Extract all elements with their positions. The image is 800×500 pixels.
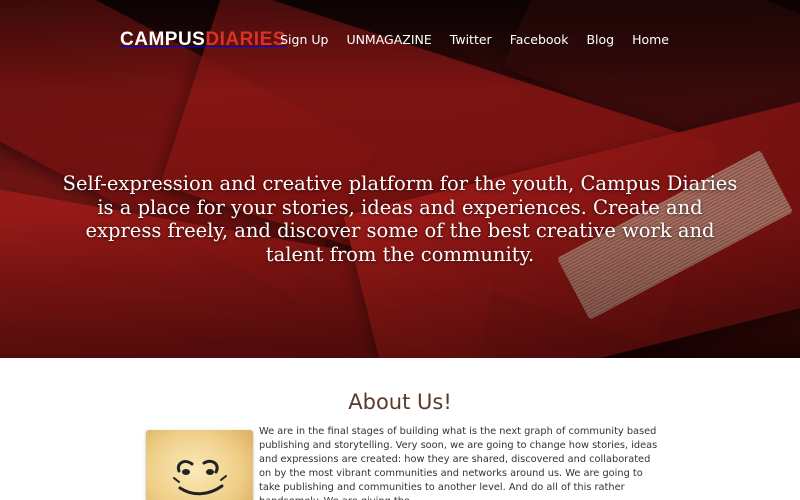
nav-link-home[interactable]: Home [632, 30, 669, 50]
about-doodle-face-icon [173, 459, 227, 496]
about-heading: About Us! [348, 390, 452, 414]
nav-link-sign-up[interactable]: Sign Up [280, 30, 328, 50]
logo-text-campus: CAMPUS [120, 29, 206, 50]
nav-link-blog[interactable]: Blog [586, 30, 614, 50]
about-body-text: We are in the final stages of building w… [259, 426, 658, 500]
nav-link-unmagazine[interactable]: UNMAGAZINE [346, 30, 431, 50]
site-logo[interactable]: CAMPUSDIARIES [120, 27, 286, 53]
nav-link-facebook[interactable]: Facebook [510, 30, 569, 50]
top-nav: Sign Up UNMAGAZINE Twitter Facebook Blog… [280, 30, 669, 50]
hero-banner: CAMPUSDIARIES Sign Up UNMAGAZINE Twitter… [0, 0, 800, 358]
about-image [146, 430, 253, 500]
hero-tagline: Self-expression and creative platform fo… [62, 172, 738, 266]
logo-text-diaries: DIARIES [205, 29, 286, 50]
nav-link-twitter[interactable]: Twitter [450, 30, 492, 50]
